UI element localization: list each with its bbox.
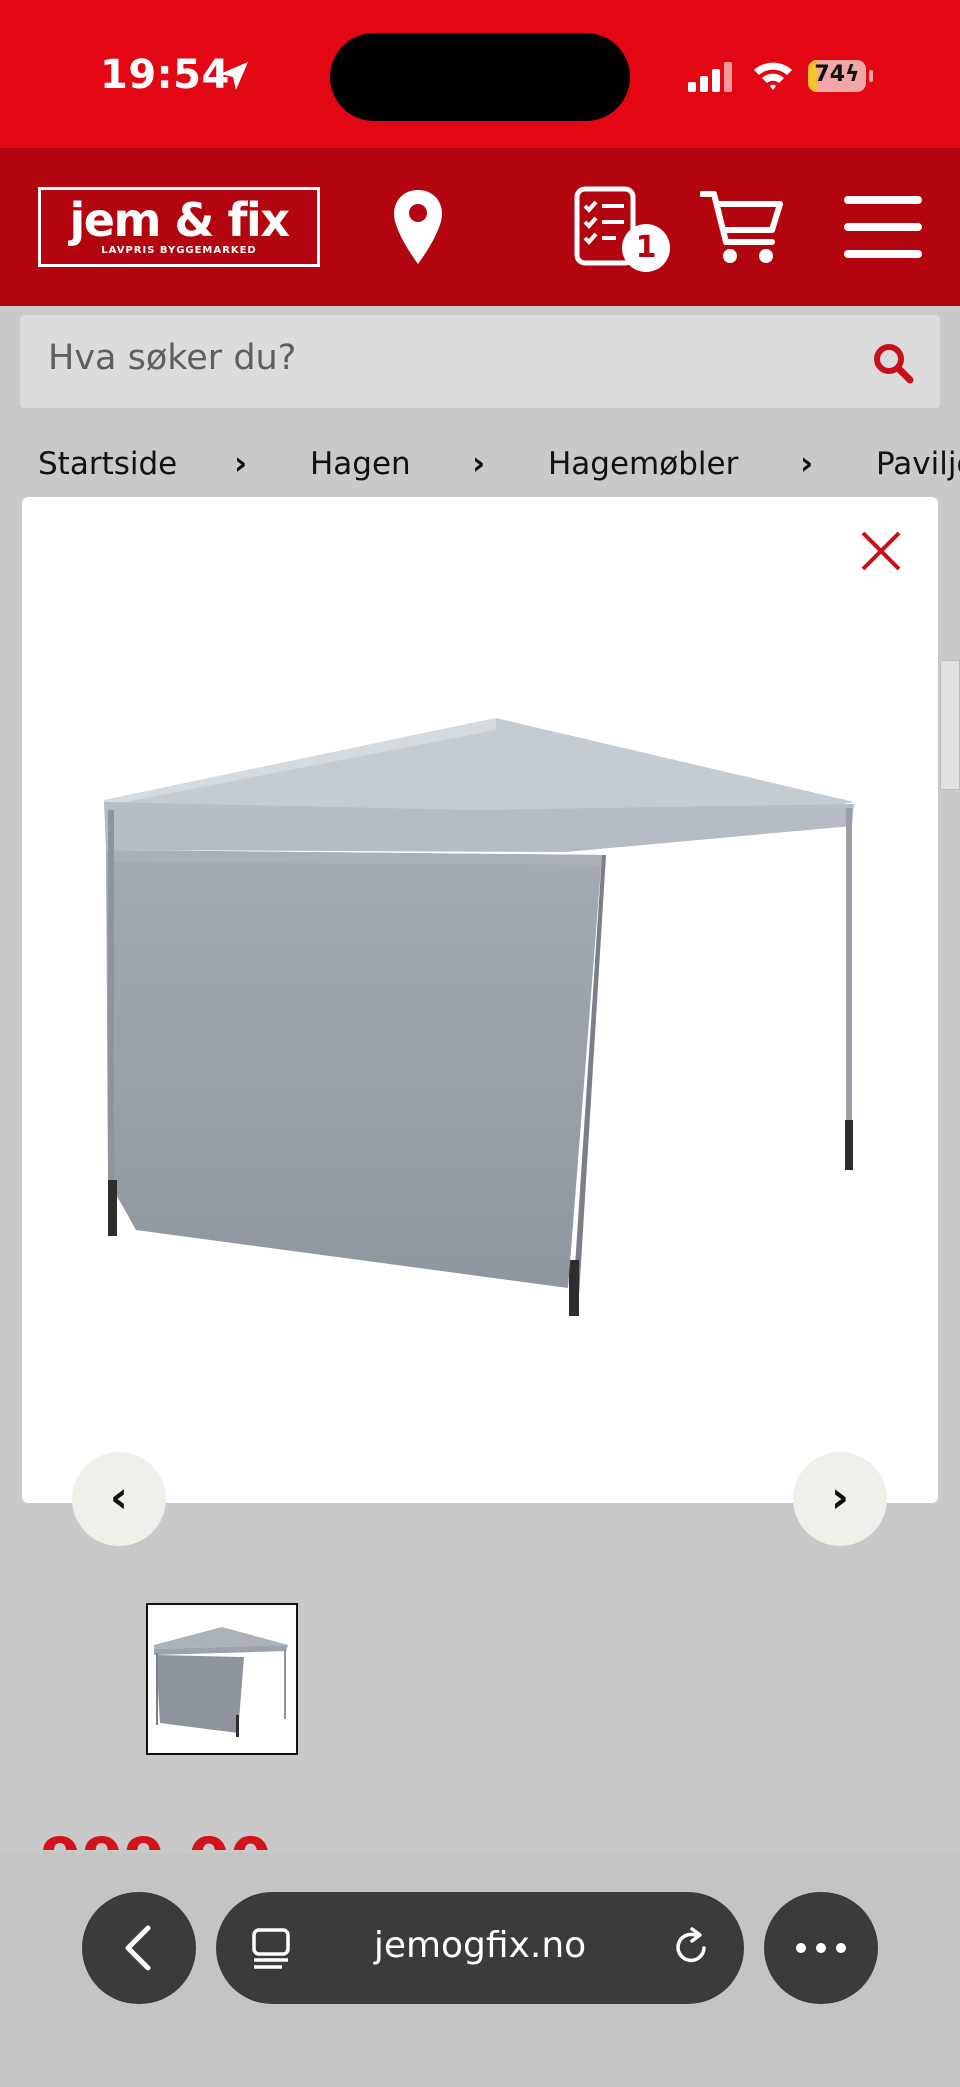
location-arrow-icon <box>220 62 248 90</box>
dynamic-island <box>330 33 630 121</box>
breadcrumb-item-hagemobler[interactable]: Hagemøbler <box>548 446 738 482</box>
product-price: 999,00 <box>40 1830 300 1850</box>
more-dots-icon <box>796 1943 846 1953</box>
address-bar-url: jemogfix.no <box>373 1925 587 1966</box>
breadcrumb-separator: › <box>800 444 814 482</box>
search-placeholder: Hva søker du? <box>48 338 297 378</box>
breadcrumb-separator: › <box>234 444 248 482</box>
close-icon[interactable] <box>860 530 902 572</box>
breadcrumb: Startside › Hagen › Hagemøbler › Paviljo… <box>0 420 960 502</box>
breadcrumb-item-hagen[interactable]: Hagen <box>310 446 411 482</box>
charging-icon: ϟ <box>845 62 860 87</box>
next-image-button[interactable]: › <box>793 1452 887 1546</box>
shopping-list-count-badge: 1 <box>622 224 670 272</box>
logo-text: jem & fix <box>69 193 291 247</box>
cellular-signal-icon <box>688 62 732 92</box>
breadcrumb-item-paviljonger[interactable]: Paviljonger <box>876 446 960 482</box>
shopping-cart-icon[interactable] <box>700 190 784 266</box>
breadcrumb-separator: › <box>472 444 486 482</box>
site-logo[interactable]: jem & fix LAVPRIS BYGGEMARKED <box>38 187 320 267</box>
logo-tagline: LAVPRIS BYGGEMARKED <box>101 245 257 256</box>
product-image-gazebo <box>104 718 854 1316</box>
browser-back-button[interactable] <box>82 1892 196 2004</box>
browser-more-button[interactable] <box>764 1892 878 2004</box>
previous-image-button[interactable]: ‹ <box>72 1452 166 1546</box>
status-time: 19:54 <box>100 52 230 98</box>
store-location-pin-icon[interactable] <box>392 188 444 266</box>
thumbnail-gazebo-image <box>154 1627 288 1737</box>
hamburger-menu-icon[interactable] <box>844 196 922 258</box>
reload-icon[interactable] <box>670 1926 712 1968</box>
battery-percent: 74ϟ <box>814 62 860 87</box>
scrollbar[interactable] <box>940 660 960 790</box>
chevron-left-icon <box>125 1925 151 1971</box>
breadcrumb-item-startside[interactable]: Startside <box>38 446 177 482</box>
battery-cap <box>869 70 873 82</box>
gallery-thumbnail[interactable] <box>146 1603 298 1755</box>
search-icon[interactable] <box>872 342 914 384</box>
wifi-icon <box>754 62 792 90</box>
